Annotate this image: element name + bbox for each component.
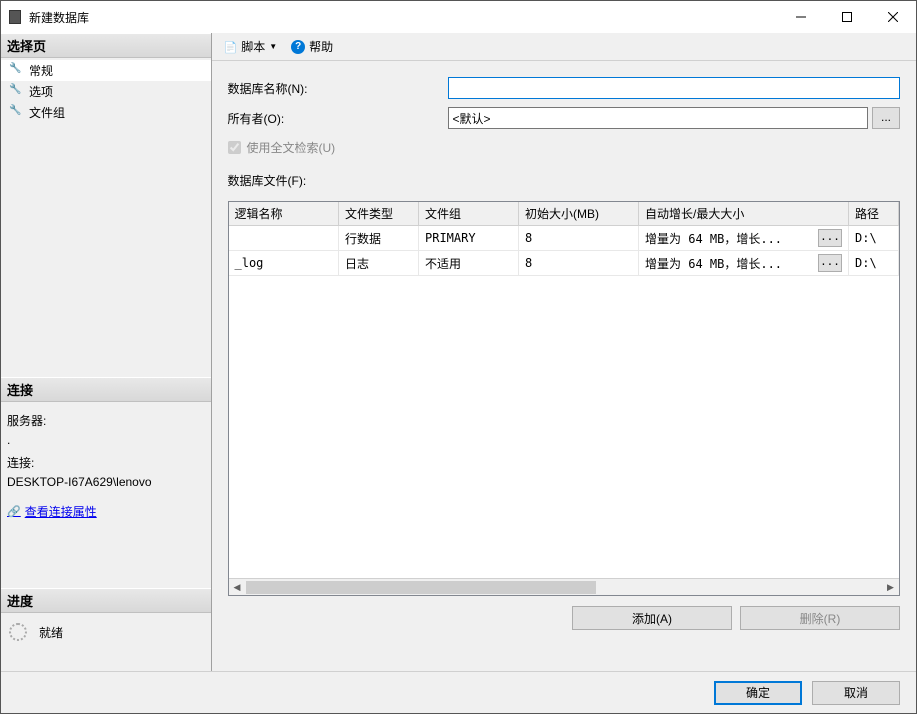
help-button[interactable]: ? 帮助 <box>287 36 337 57</box>
grid-header-row: 逻辑名称 文件类型 文件组 初始大小(MB) 自动增长/最大大小 路径 <box>229 202 899 226</box>
files-label: 数据库文件(F): <box>228 172 901 189</box>
cell-file-type[interactable]: 行数据 <box>339 226 419 251</box>
view-connection-properties-link[interactable]: 查看连接属性 <box>7 502 205 522</box>
minimize-icon <box>796 12 806 22</box>
page-item-filegroups[interactable]: 文件组 <box>1 102 211 123</box>
link-icon <box>7 502 21 522</box>
help-icon: ? <box>291 40 305 54</box>
cell-logical-name[interactable]: _log <box>229 251 339 276</box>
titlebar: 新建数据库 <box>1 1 916 33</box>
dialog-footer: 确定 取消 <box>1 671 916 713</box>
col-file-type[interactable]: 文件类型 <box>339 202 419 226</box>
maximize-icon <box>842 12 852 22</box>
autogrowth-text: 增量为 64 MB，增长... <box>645 230 782 247</box>
owner-input[interactable] <box>448 107 869 129</box>
owner-browse-button[interactable]: ... <box>872 107 900 129</box>
connection-value: DESKTOP-I67A629\lenovo <box>7 473 205 492</box>
grid-actions: 添加(A) 删除(R) <box>212 596 917 640</box>
server-label: 服务器: <box>7 412 205 431</box>
minimize-button[interactable] <box>778 1 824 33</box>
col-logical-name[interactable]: 逻辑名称 <box>229 202 339 226</box>
col-autogrowth[interactable]: 自动增长/最大大小 <box>639 202 849 226</box>
cell-autogrowth[interactable]: 增量为 64 MB，增长... ... <box>639 251 849 276</box>
remove-button: 删除(R) <box>740 606 900 630</box>
select-page-header: 选择页 <box>1 33 211 58</box>
page-item-options[interactable]: 选项 <box>1 81 211 102</box>
cell-logical-name[interactable] <box>229 226 339 251</box>
sidebar: 选择页 常规 选项 文件组 连接 服务器: . 连接: DESKTOP-I67A… <box>1 33 212 671</box>
script-label: 脚本 <box>241 38 265 55</box>
chevron-down-icon: ▼ <box>269 42 277 51</box>
cell-path[interactable]: D:\ <box>849 226 899 251</box>
cell-path[interactable]: D:\ <box>849 251 899 276</box>
autogrowth-browse-button[interactable]: ... <box>818 229 842 247</box>
grid-row[interactable]: 行数据 PRIMARY 8 增量为 64 MB，增长... ... D:\ <box>229 226 899 251</box>
cell-initial-size[interactable]: 8 <box>519 251 639 276</box>
page-list: 常规 选项 文件组 <box>1 58 211 125</box>
scroll-right-arrow[interactable]: ▶ <box>882 579 899 596</box>
close-button[interactable] <box>870 1 916 33</box>
horizontal-scrollbar[interactable]: ◀ ▶ <box>229 578 900 595</box>
window-title: 新建数据库 <box>29 9 778 26</box>
form-area: 数据库名称(N): 所有者(O): ... 使用全文检索(U) 数据库文件(F)… <box>212 61 917 201</box>
cell-filegroup[interactable]: PRIMARY <box>419 226 519 251</box>
wrench-icon <box>11 107 23 119</box>
script-button[interactable]: 脚本 ▼ <box>220 36 282 57</box>
files-grid[interactable]: 逻辑名称 文件类型 文件组 初始大小(MB) 自动增长/最大大小 路径 行数据 … <box>228 201 901 596</box>
db-name-input[interactable] <box>448 77 901 99</box>
app-icon <box>9 10 21 24</box>
content-area: 脚本 ▼ ? 帮助 数据库名称(N): 所有者(O): ... 使用全文检索(U… <box>212 33 917 671</box>
connection-header: 连接 <box>1 377 211 402</box>
wrench-icon <box>11 65 23 77</box>
add-button[interactable]: 添加(A) <box>572 606 732 630</box>
col-initial-size[interactable]: 初始大小(MB) <box>519 202 639 226</box>
col-path[interactable]: 路径 <box>849 202 899 226</box>
autogrowth-text: 增量为 64 MB，增长... <box>645 255 782 272</box>
connection-section: 服务器: . 连接: DESKTOP-I67A629\lenovo 查看连接属性 <box>1 402 211 528</box>
ok-button[interactable]: 确定 <box>714 681 802 705</box>
autogrowth-browse-button[interactable]: ... <box>818 254 842 272</box>
progress-status: 就绪 <box>39 624 63 641</box>
progress-header: 进度 <box>1 588 211 613</box>
toolbar: 脚本 ▼ ? 帮助 <box>212 33 917 61</box>
page-item-label: 常规 <box>29 62 53 79</box>
page-item-general[interactable]: 常规 <box>1 60 211 81</box>
cell-autogrowth[interactable]: 增量为 64 MB，增长... ... <box>639 226 849 251</box>
script-icon <box>224 40 238 54</box>
fulltext-checkbox <box>228 141 241 154</box>
scroll-track[interactable] <box>246 579 883 596</box>
close-icon <box>888 12 898 22</box>
spinner-icon <box>9 623 27 641</box>
help-label: 帮助 <box>309 38 333 55</box>
cancel-button[interactable]: 取消 <box>812 681 900 705</box>
scroll-thumb[interactable] <box>246 581 596 594</box>
fulltext-checkbox-row: 使用全文检索(U) <box>228 139 901 156</box>
scroll-left-arrow[interactable]: ◀ <box>229 579 246 596</box>
db-name-label: 数据库名称(N): <box>228 80 448 97</box>
connection-label: 连接: <box>7 454 205 473</box>
grid-row[interactable]: _log 日志 不适用 8 增量为 64 MB，增长... ... D:\ <box>229 251 899 276</box>
page-item-label: 文件组 <box>29 104 65 121</box>
wrench-icon <box>11 86 23 98</box>
server-value: . <box>7 431 205 450</box>
col-filegroup[interactable]: 文件组 <box>419 202 519 226</box>
maximize-button[interactable] <box>824 1 870 33</box>
page-item-label: 选项 <box>29 83 53 100</box>
window-controls <box>778 1 916 33</box>
fulltext-label: 使用全文检索(U) <box>247 139 336 156</box>
cell-filegroup[interactable]: 不适用 <box>419 251 519 276</box>
owner-label: 所有者(O): <box>228 110 448 127</box>
view-props-label: 查看连接属性 <box>25 503 97 522</box>
cell-initial-size[interactable]: 8 <box>519 226 639 251</box>
progress-section: 就绪 <box>1 613 211 651</box>
cell-file-type[interactable]: 日志 <box>339 251 419 276</box>
